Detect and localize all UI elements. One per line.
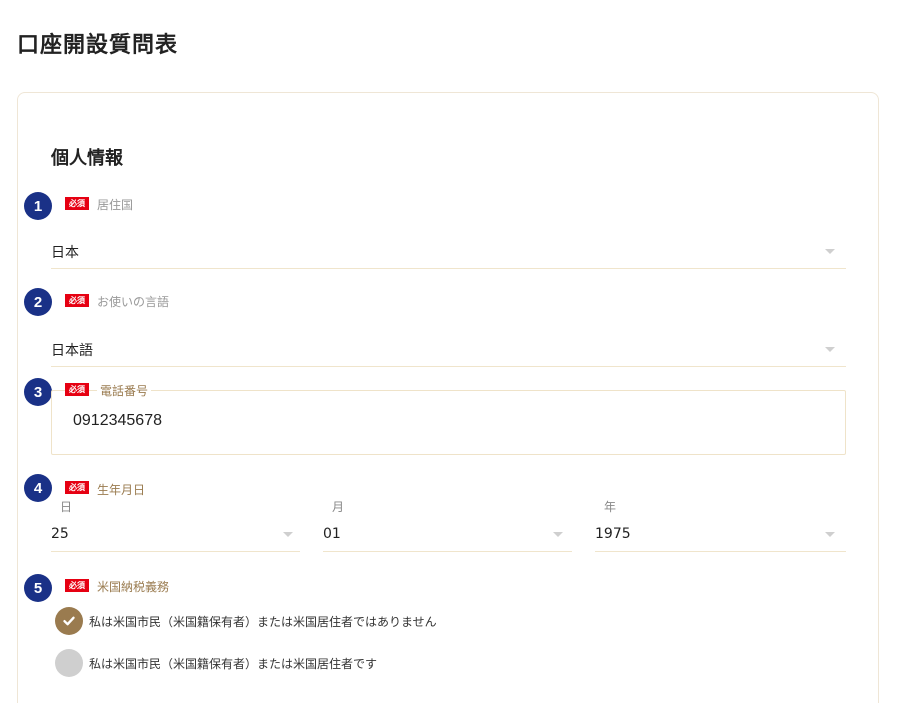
language-label: お使いの言語	[97, 295, 170, 309]
month-underline	[323, 551, 572, 552]
step-number-1: 1	[24, 192, 52, 220]
language-value: 日本語	[51, 343, 93, 359]
us-tax-label: 米国納税義務	[97, 580, 170, 594]
required-badge: 必須	[65, 197, 89, 210]
day-value: 25	[51, 526, 69, 542]
birthdate-label: 生年月日	[97, 483, 146, 497]
check-icon[interactable]	[55, 607, 83, 635]
required-badge: 必須	[65, 481, 89, 494]
us-tax-option-label: 私は米国市民（米国籍保有者）または米国居住者です	[89, 656, 378, 671]
phone-input[interactable]	[51, 390, 846, 455]
month-label: 月	[332, 500, 345, 514]
residence-underline	[51, 268, 846, 269]
step-number-5: 5	[24, 574, 52, 602]
chevron-down-icon	[825, 532, 835, 537]
residence-value: 日本	[51, 245, 79, 261]
chevron-down-icon	[283, 532, 293, 537]
required-badge: 必須	[65, 294, 89, 307]
required-badge: 必須	[65, 579, 89, 592]
us-tax-option-not-us[interactable]: 私は米国市民（米国籍保有者）または米国居住者ではありません	[55, 607, 437, 635]
section-title: 個人情報	[51, 148, 123, 169]
step-number-3: 3	[24, 378, 52, 406]
step-number-2: 2	[24, 288, 52, 316]
year-value: 1975	[595, 526, 631, 542]
page-title: 口座開設質問表	[17, 33, 179, 58]
us-tax-option-us[interactable]: 私は米国市民（米国籍保有者）または米国居住者です	[55, 649, 377, 677]
radio-unchecked-icon[interactable]	[55, 649, 83, 677]
us-tax-option-label: 私は米国市民（米国籍保有者）または米国居住者ではありません	[89, 614, 437, 629]
year-underline	[595, 551, 846, 552]
phone-label: 電話番号	[97, 382, 152, 399]
residence-label: 居住国	[97, 198, 134, 212]
day-label: 日	[60, 500, 73, 514]
required-badge: 必須	[65, 383, 89, 396]
language-underline	[51, 366, 846, 367]
chevron-down-icon	[825, 347, 835, 352]
month-value: 01	[323, 526, 341, 542]
chevron-down-icon	[825, 249, 835, 254]
phone-value: 0912345678	[73, 412, 162, 429]
year-label: 年	[604, 500, 617, 514]
day-underline	[51, 551, 300, 552]
step-number-4: 4	[24, 474, 52, 502]
chevron-down-icon	[553, 532, 563, 537]
